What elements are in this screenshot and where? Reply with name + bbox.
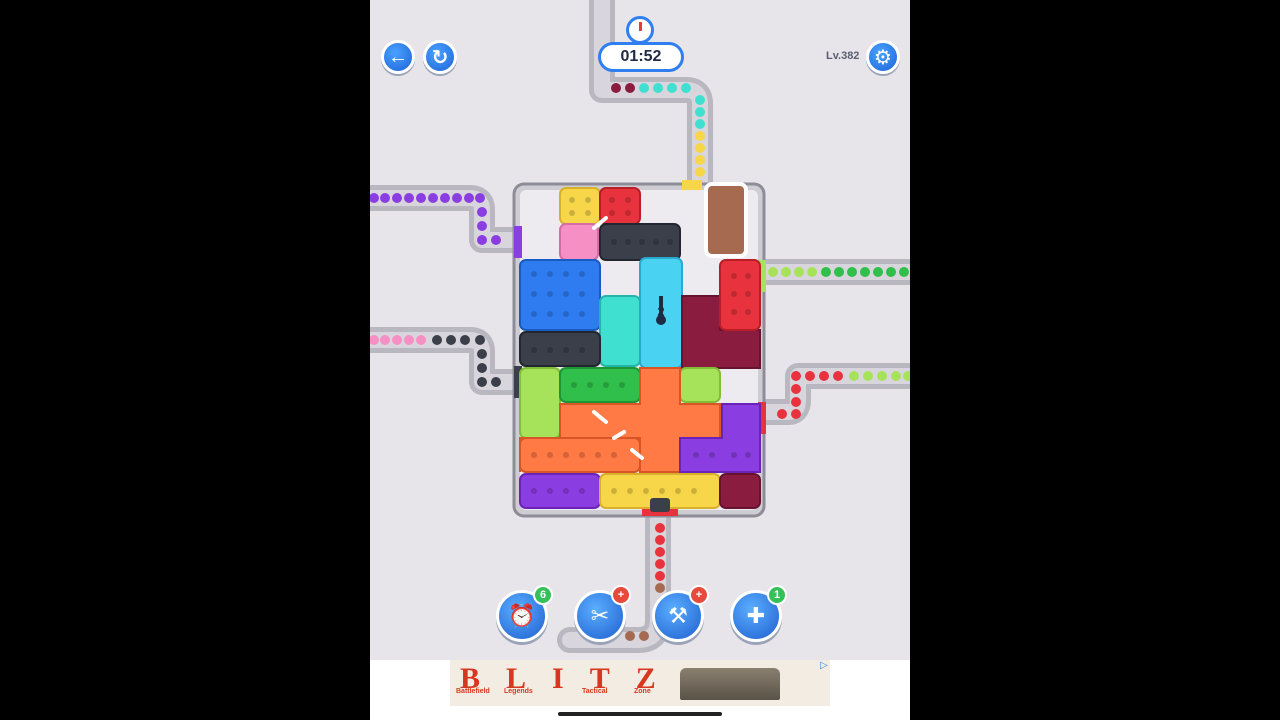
block-maroon-small[interactable]	[719, 473, 761, 509]
ad-tank-image	[680, 668, 780, 700]
gate-purple	[514, 226, 522, 258]
ad-column-title: Battlefield	[456, 688, 490, 695]
bead	[625, 83, 635, 93]
block-lime-left[interactable]	[519, 367, 561, 439]
home-indicator	[558, 712, 722, 716]
booster-shuffle[interactable]: ✚ 1	[730, 585, 787, 642]
settings-button[interactable]: ⚙	[866, 40, 900, 74]
bead	[695, 143, 705, 153]
game-screen: 2 ← ↻ 01:52 Lv.382 ⚙ ⏰ 6 ✂ + ⚒ + ✚ 1 BLI…	[370, 0, 910, 720]
booster-saw[interactable]: ✂ +	[574, 585, 631, 642]
block-brown-selected[interactable]	[704, 182, 748, 258]
bead	[611, 83, 621, 93]
hammer-icon: ⚒	[668, 603, 688, 628]
ad-column-title: Legends	[504, 688, 533, 695]
block-cyan[interactable]	[599, 295, 641, 367]
bottom-dispenser	[650, 498, 670, 512]
booster-add-time[interactable]: ⏰ 6	[496, 585, 553, 642]
block-yellow-small[interactable]	[559, 187, 601, 225]
booster-buy-badge: +	[611, 585, 631, 605]
bead	[695, 167, 705, 177]
bead	[695, 107, 705, 117]
block-pink[interactable]	[559, 223, 599, 261]
ad-column-title: Tactical	[582, 688, 608, 695]
booster-hammer[interactable]: ⚒ +	[652, 585, 709, 642]
bead	[667, 83, 677, 93]
key-block-count: 2	[657, 304, 664, 319]
bead	[653, 83, 663, 93]
booster-count-badge: 1	[767, 585, 787, 605]
ad-info-icon[interactable]: ▷	[820, 660, 828, 671]
frame-plus-icon: ✚	[746, 603, 766, 628]
bead	[681, 83, 691, 93]
right-upper-beads	[768, 267, 909, 277]
gate-yellow	[682, 180, 702, 190]
level-indicator: Lv.382	[826, 50, 860, 62]
restart-button[interactable]: ↻	[423, 40, 457, 74]
booster-buy-badge: +	[689, 585, 709, 605]
bead	[639, 83, 649, 93]
block-lime-right[interactable]	[679, 367, 721, 403]
alarm-clock-icon: ⏰	[508, 603, 536, 628]
ad-banner[interactable]: BLITZ Battlefield Legends Tactical Zone	[450, 660, 830, 706]
saw-icon: ✂	[590, 603, 610, 628]
bead	[695, 95, 705, 105]
ad-column-title: Zone	[634, 688, 651, 695]
restart-icon: ↻	[431, 46, 449, 69]
bead	[695, 155, 705, 165]
bead	[695, 131, 705, 141]
back-arrow-icon: ←	[388, 45, 408, 68]
countdown-timer: 01:52	[598, 42, 684, 72]
stopwatch-icon	[626, 16, 654, 44]
ad-area: BLITZ Battlefield Legends Tactical Zone …	[370, 660, 910, 720]
gear-icon: ⚙	[874, 46, 892, 69]
block-red-tall[interactable]	[719, 259, 761, 331]
bead	[695, 119, 705, 129]
back-button[interactable]: ←	[381, 40, 415, 74]
board-layer: 2	[370, 0, 910, 653]
booster-count-badge: 6	[533, 585, 553, 605]
